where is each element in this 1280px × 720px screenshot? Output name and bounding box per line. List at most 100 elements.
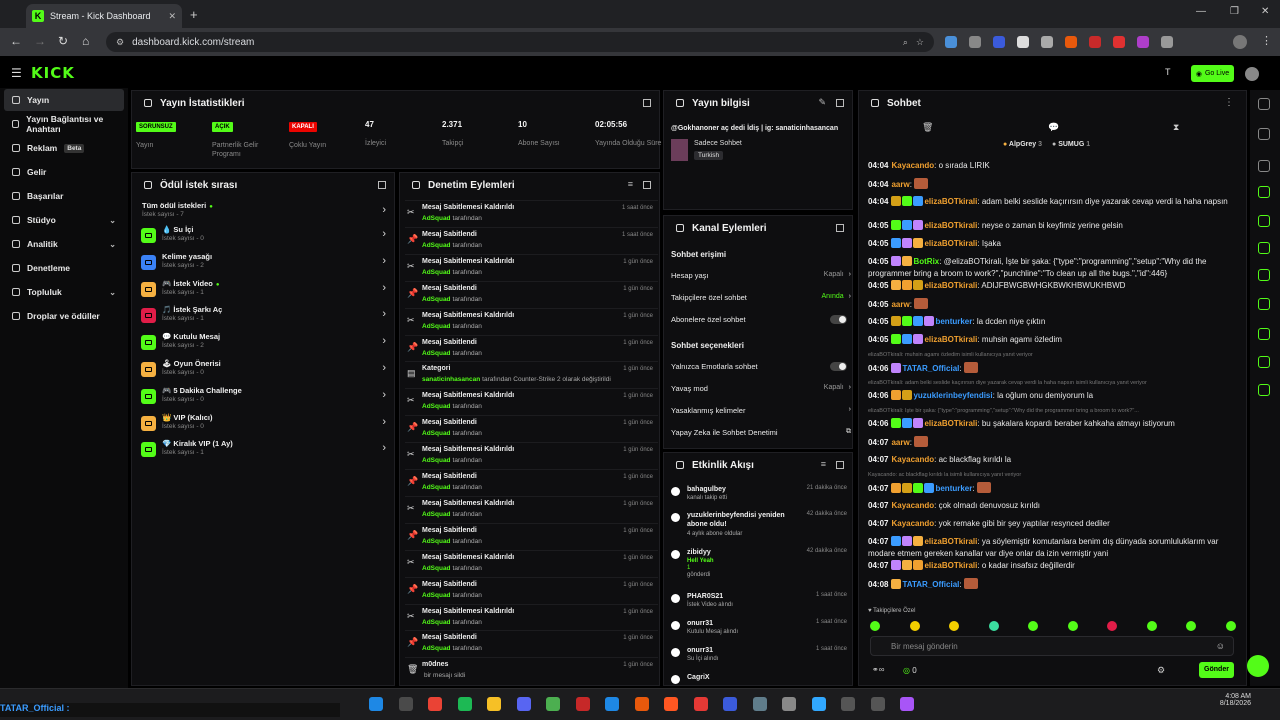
activity-row[interactable]: yuzuklerinbeyfendisi yeniden abone oldu!…: [671, 511, 851, 538]
moderation-row[interactable]: 📌 Mesaj Sabitlendi AdSquad tarafından 1 gün …: [405, 522, 658, 550]
activity-row[interactable]: CagriX: [671, 673, 851, 700]
maximize-icon[interactable]: ❐: [1230, 6, 1239, 17]
channel-setting-row[interactable]: Yalnızca Emotlarla sohbet: [671, 362, 851, 374]
reward-row[interactable]: 💬 Kutulu Mesaj İstek sayısı - 2 ›: [141, 331, 386, 357]
taskbar-app-icon[interactable]: [457, 697, 472, 711]
moderation-row[interactable]: ▤ Kategori sanaticinhasancan tarafından Cou…: [405, 361, 658, 388]
reward-row[interactable]: 🎮 5 Dakika Challenge İstek sayısı - 0 ›: [141, 385, 386, 411]
omnibox[interactable]: ⚙ dashboard.kick.com/stream ⌕ ☆: [106, 32, 934, 52]
chat-input[interactable]: Bir mesaj gönderin ☺: [870, 636, 1234, 656]
moderation-row[interactable]: 📌 Mesaj Sabitlendi AdSquad tarafından 1 gün …: [405, 415, 658, 442]
popout-icon[interactable]: [378, 181, 386, 189]
settings-gear-icon[interactable]: ⚙: [1157, 665, 1165, 676]
zoom-icon[interactable]: ⌕: [903, 37, 908, 48]
taskbar-app-icon[interactable]: [634, 697, 649, 711]
popout-icon[interactable]: [836, 461, 844, 469]
moderation-row[interactable]: 📌 Mesaj Sabitlendi AdSquad tarafından 1 gün …: [405, 280, 658, 308]
browser-tab[interactable]: K Stream - Kick Dashboard ✕: [26, 4, 182, 28]
taskbar-app-icon[interactable]: [487, 697, 501, 711]
moderation-row[interactable]: ✂ Mesaj Sabitlemesi Kaldırıldı AdSquad tara…: [405, 200, 658, 227]
chat-message[interactable]: 04:05 elizaBOTkirali: muhsin agamı özledi…: [868, 334, 1234, 346]
reward-row[interactable]: 💧 Su İçi İstek sayısı - 0 ›: [141, 224, 386, 250]
emote-button[interactable]: [988, 621, 999, 631]
chat-message[interactable]: 04:05 benturker: la dcden niye çıktın: [868, 316, 1234, 328]
chat-message[interactable]: 04:04 Kayacando: o sırada LIRIK: [868, 160, 1234, 172]
site-info-icon[interactable]: ⚙: [116, 37, 124, 48]
taskbar-app-icon[interactable]: [428, 697, 442, 711]
taskbar-app-icon[interactable]: [752, 697, 767, 711]
help-fab[interactable]: [1247, 655, 1269, 677]
sidebar-item[interactable]: Denetleme: [4, 257, 124, 279]
chat-username[interactable]: elizaBOTkirali: [924, 561, 977, 570]
taskbar-app-icon[interactable]: [870, 697, 885, 711]
emote-button[interactable]: [870, 621, 880, 631]
chat-message[interactable]: 04:04 aarw:: [868, 178, 1234, 191]
activity-row[interactable]: PHAR0S21 İstek Video alındı 1 saat önce: [671, 592, 851, 619]
emote-button[interactable]: [1146, 621, 1157, 631]
sidebar-item[interactable]: Stüdyo ⌄: [4, 209, 124, 231]
chat-menu-icon[interactable]: ⋮: [1224, 97, 1234, 108]
chat-message[interactable]: 04:06 elizaBOTkirali: bu şakalara kopardı…: [868, 418, 1234, 430]
rail-widget-icon[interactable]: [1258, 186, 1270, 198]
moderation-row[interactable]: ✂ Mesaj Sabitlemesi Kaldırıldı AdSquad tara…: [405, 495, 658, 523]
chat-username[interactable]: benturker: [935, 484, 972, 493]
toggle-switch[interactable]: [830, 315, 847, 324]
bookmark-star-icon[interactable]: ☆: [916, 37, 924, 48]
rail-widget-icon[interactable]: [1258, 384, 1270, 396]
sidebar-item[interactable]: Yayın Bağlantısı ve Anahtarı: [4, 113, 124, 135]
moderation-row[interactable]: 📌 Mesaj Sabitlendi AdSquad tarafından 1 gün …: [405, 469, 658, 496]
reward-row[interactable]: Tüm ödül istekleri ● İstek sayısı - 7 ›: [141, 200, 386, 226]
channel-setting-row[interactable]: Yavaş mod Kapalı ›: [671, 384, 851, 396]
chat-username[interactable]: yuzuklerinbeyfendisi: [913, 391, 992, 400]
hourglass-icon[interactable]: ⧗: [1173, 122, 1179, 133]
send-button[interactable]: Gönder: [1199, 662, 1234, 678]
rail-widget-icon[interactable]: [1258, 356, 1270, 368]
trash-icon[interactable]: 🗑: [922, 122, 933, 133]
user-avatar[interactable]: [1245, 67, 1259, 81]
moderation-row[interactable]: ✂ Mesaj Sabitlemesi Kaldırıldı AdSquad tara…: [405, 388, 658, 415]
extension-icon[interactable]: [1065, 36, 1077, 48]
moderation-row[interactable]: ✂ Mesaj Sabitlemesi Kaldırıldı AdSquad tara…: [405, 307, 658, 335]
chat-message[interactable]: 04:06 yuzuklerinbeyfendisi: la oğlum onu …: [868, 390, 1234, 402]
taskbar-app-icon[interactable]: [516, 697, 531, 711]
chat-message[interactable]: 04:07 elizaBOTkirali: o kadar insafsız de…: [868, 560, 1234, 572]
edit-pencil-icon[interactable]: ✎: [818, 97, 826, 108]
taskbar-app-icon[interactable]: [693, 697, 708, 711]
reward-row[interactable]: 🎵 İstek Şarkı Aç İstek sayısı - 1 ›: [141, 304, 386, 330]
channel-setting-row[interactable]: Yapay Zeka ile Sohbet Denetimi ⧉: [671, 428, 851, 440]
chat-message[interactable]: 04:07 Kayacando: ac blackflag kırıldı la: [868, 454, 1234, 466]
chat-message[interactable]: 04:08 TATAR_Official:: [868, 578, 1234, 591]
sidebar-item[interactable]: Reklam Beta: [4, 137, 124, 159]
moderation-row[interactable]: ✂ Mesaj Sabitlemesi Kaldırıldı AdSquad tara…: [405, 253, 658, 281]
activity-row[interactable]: onurr31 Su İçi alındı 1 saat önce: [671, 646, 851, 673]
popout-icon[interactable]: [643, 181, 651, 189]
rail-widget-icon[interactable]: [1258, 242, 1270, 254]
taskbar-app-icon[interactable]: [605, 697, 619, 711]
filter-icon[interactable]: ≡: [821, 459, 826, 469]
chat-message[interactable]: 04:04 elizaBOTkirali: adam belki seslide …: [868, 196, 1234, 208]
chat-username[interactable]: aarw: [891, 300, 909, 309]
emote-button[interactable]: [1225, 621, 1236, 631]
rail-widget-icon[interactable]: [1258, 298, 1270, 310]
emoji-icon[interactable]: ☺: [1216, 641, 1225, 651]
taskbar-app-icon[interactable]: [782, 697, 796, 711]
chat-message[interactable]: 04:05 elizaBOTkirali: ADIJFBWGBWHGKBWKHBW…: [868, 280, 1234, 292]
back-icon[interactable]: ←: [10, 34, 22, 48]
forward-icon[interactable]: →: [34, 34, 46, 48]
activity-row[interactable]: onurr31 Kutulu Mesaj alındı 1 saat önce: [671, 619, 851, 646]
chat-message[interactable]: 04:06 TATAR_Official:: [868, 362, 1234, 375]
chat-username[interactable]: benturker: [935, 317, 972, 326]
extensions-puzzle-icon[interactable]: [1161, 36, 1173, 48]
moderation-row[interactable]: 📌 Mesaj Sabitlendi AdSquad tarafından 1 gün …: [405, 630, 658, 657]
taskbar-app-icon[interactable]: [369, 697, 383, 711]
extension-icon[interactable]: [993, 36, 1005, 48]
taskbar-app-icon[interactable]: [664, 697, 678, 711]
popout-icon[interactable]: [836, 99, 844, 107]
channel-setting-row[interactable]: Takipçilere özel sohbet Anında ›: [671, 293, 851, 305]
url-text[interactable]: dashboard.kick.com/stream: [132, 37, 895, 48]
hamburger-icon[interactable]: ☰: [11, 66, 22, 80]
reward-row[interactable]: Kelime yasağı İstek sayısı - 2 ›: [141, 251, 386, 277]
activity-row[interactable]: bahagulbey kanalı takip etti 21 dakika önc…: [671, 485, 851, 512]
moderation-row[interactable]: 📌 Mesaj Sabitlendi AdSquad tarafından 1 gün …: [405, 334, 658, 362]
emote-button[interactable]: [949, 621, 959, 631]
